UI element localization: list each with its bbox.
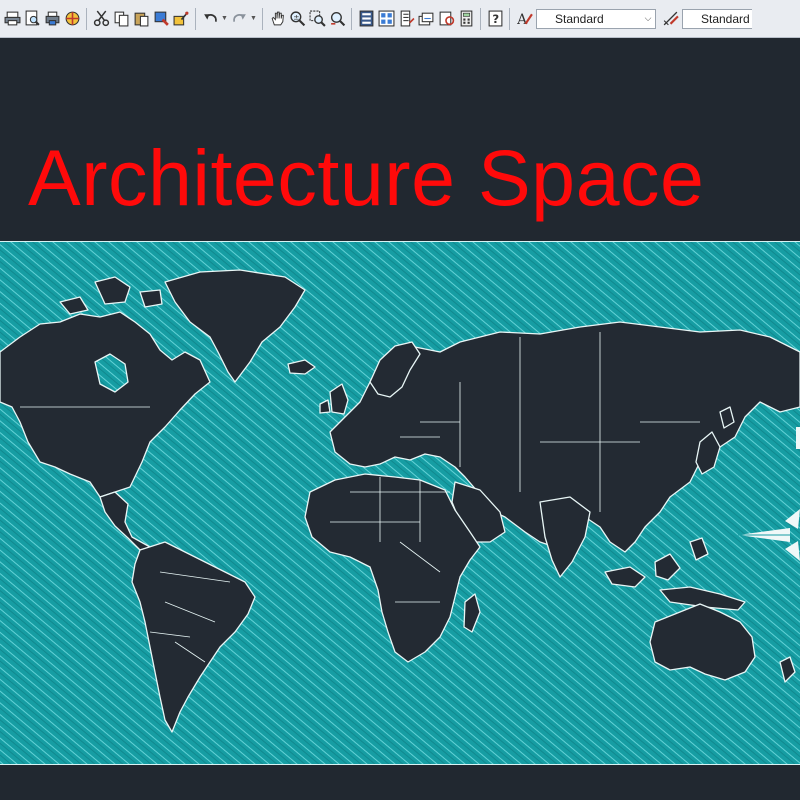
match-properties-icon[interactable] bbox=[151, 8, 171, 30]
chevron-down-icon: ⌵ bbox=[644, 13, 652, 23]
undo-icon[interactable] bbox=[200, 8, 220, 30]
sheet-set-icon[interactable] bbox=[416, 8, 436, 30]
svg-text:?: ? bbox=[492, 12, 499, 26]
tool-palettes-icon[interactable] bbox=[396, 8, 416, 30]
dim-style-value: Standard bbox=[701, 11, 750, 26]
print-icon[interactable] bbox=[2, 8, 22, 30]
drawing-margin bbox=[0, 765, 800, 800]
publish-icon[interactable] bbox=[42, 8, 62, 30]
paste-icon[interactable] bbox=[131, 8, 151, 30]
compass-north-mark bbox=[796, 427, 800, 449]
properties-icon[interactable] bbox=[356, 8, 376, 30]
drawing-title: Architecture Space bbox=[28, 133, 705, 222]
standard-toolbar: ▼ ▼ ± ? A Standard ⌵ Standard bbox=[0, 0, 800, 38]
toolbar-separator bbox=[86, 7, 87, 30]
pan-icon[interactable] bbox=[267, 8, 287, 30]
redo-dropdown-icon[interactable]: ▼ bbox=[249, 8, 258, 30]
dim-style-dropdown[interactable]: Standard bbox=[682, 8, 752, 29]
design-center-icon[interactable] bbox=[376, 8, 396, 30]
toolbar-separator bbox=[509, 7, 510, 30]
toolbar-separator bbox=[351, 7, 352, 30]
zoom-window-icon[interactable] bbox=[307, 8, 327, 30]
zoom-previous-icon[interactable] bbox=[327, 8, 347, 30]
markup-icon[interactable] bbox=[436, 8, 456, 30]
text-style-dropdown[interactable]: Standard ⌵ bbox=[536, 8, 656, 29]
zoom-realtime-icon[interactable]: ± bbox=[287, 8, 307, 30]
svg-text:A: A bbox=[516, 12, 528, 27]
block-editor-icon[interactable] bbox=[171, 8, 191, 30]
quickcalc-icon[interactable] bbox=[456, 8, 476, 30]
help-icon[interactable]: ? bbox=[485, 8, 505, 30]
text-style-icon[interactable]: A bbox=[514, 8, 534, 30]
copy-icon[interactable] bbox=[111, 8, 131, 30]
print-preview-icon[interactable] bbox=[22, 8, 42, 30]
world-map-drawing[interactable] bbox=[0, 241, 800, 765]
redo-icon[interactable] bbox=[229, 8, 249, 30]
dim-style-icon[interactable] bbox=[660, 8, 680, 30]
text-style-value: Standard bbox=[555, 11, 604, 26]
undo-dropdown-icon[interactable]: ▼ bbox=[220, 8, 229, 30]
svg-text:±: ± bbox=[293, 13, 299, 22]
toolbar-separator bbox=[480, 7, 481, 30]
toolbar-separator bbox=[262, 7, 263, 30]
3d-dwf-icon[interactable] bbox=[62, 8, 82, 30]
toolbar-separator bbox=[195, 7, 196, 30]
cut-icon[interactable] bbox=[91, 8, 111, 30]
